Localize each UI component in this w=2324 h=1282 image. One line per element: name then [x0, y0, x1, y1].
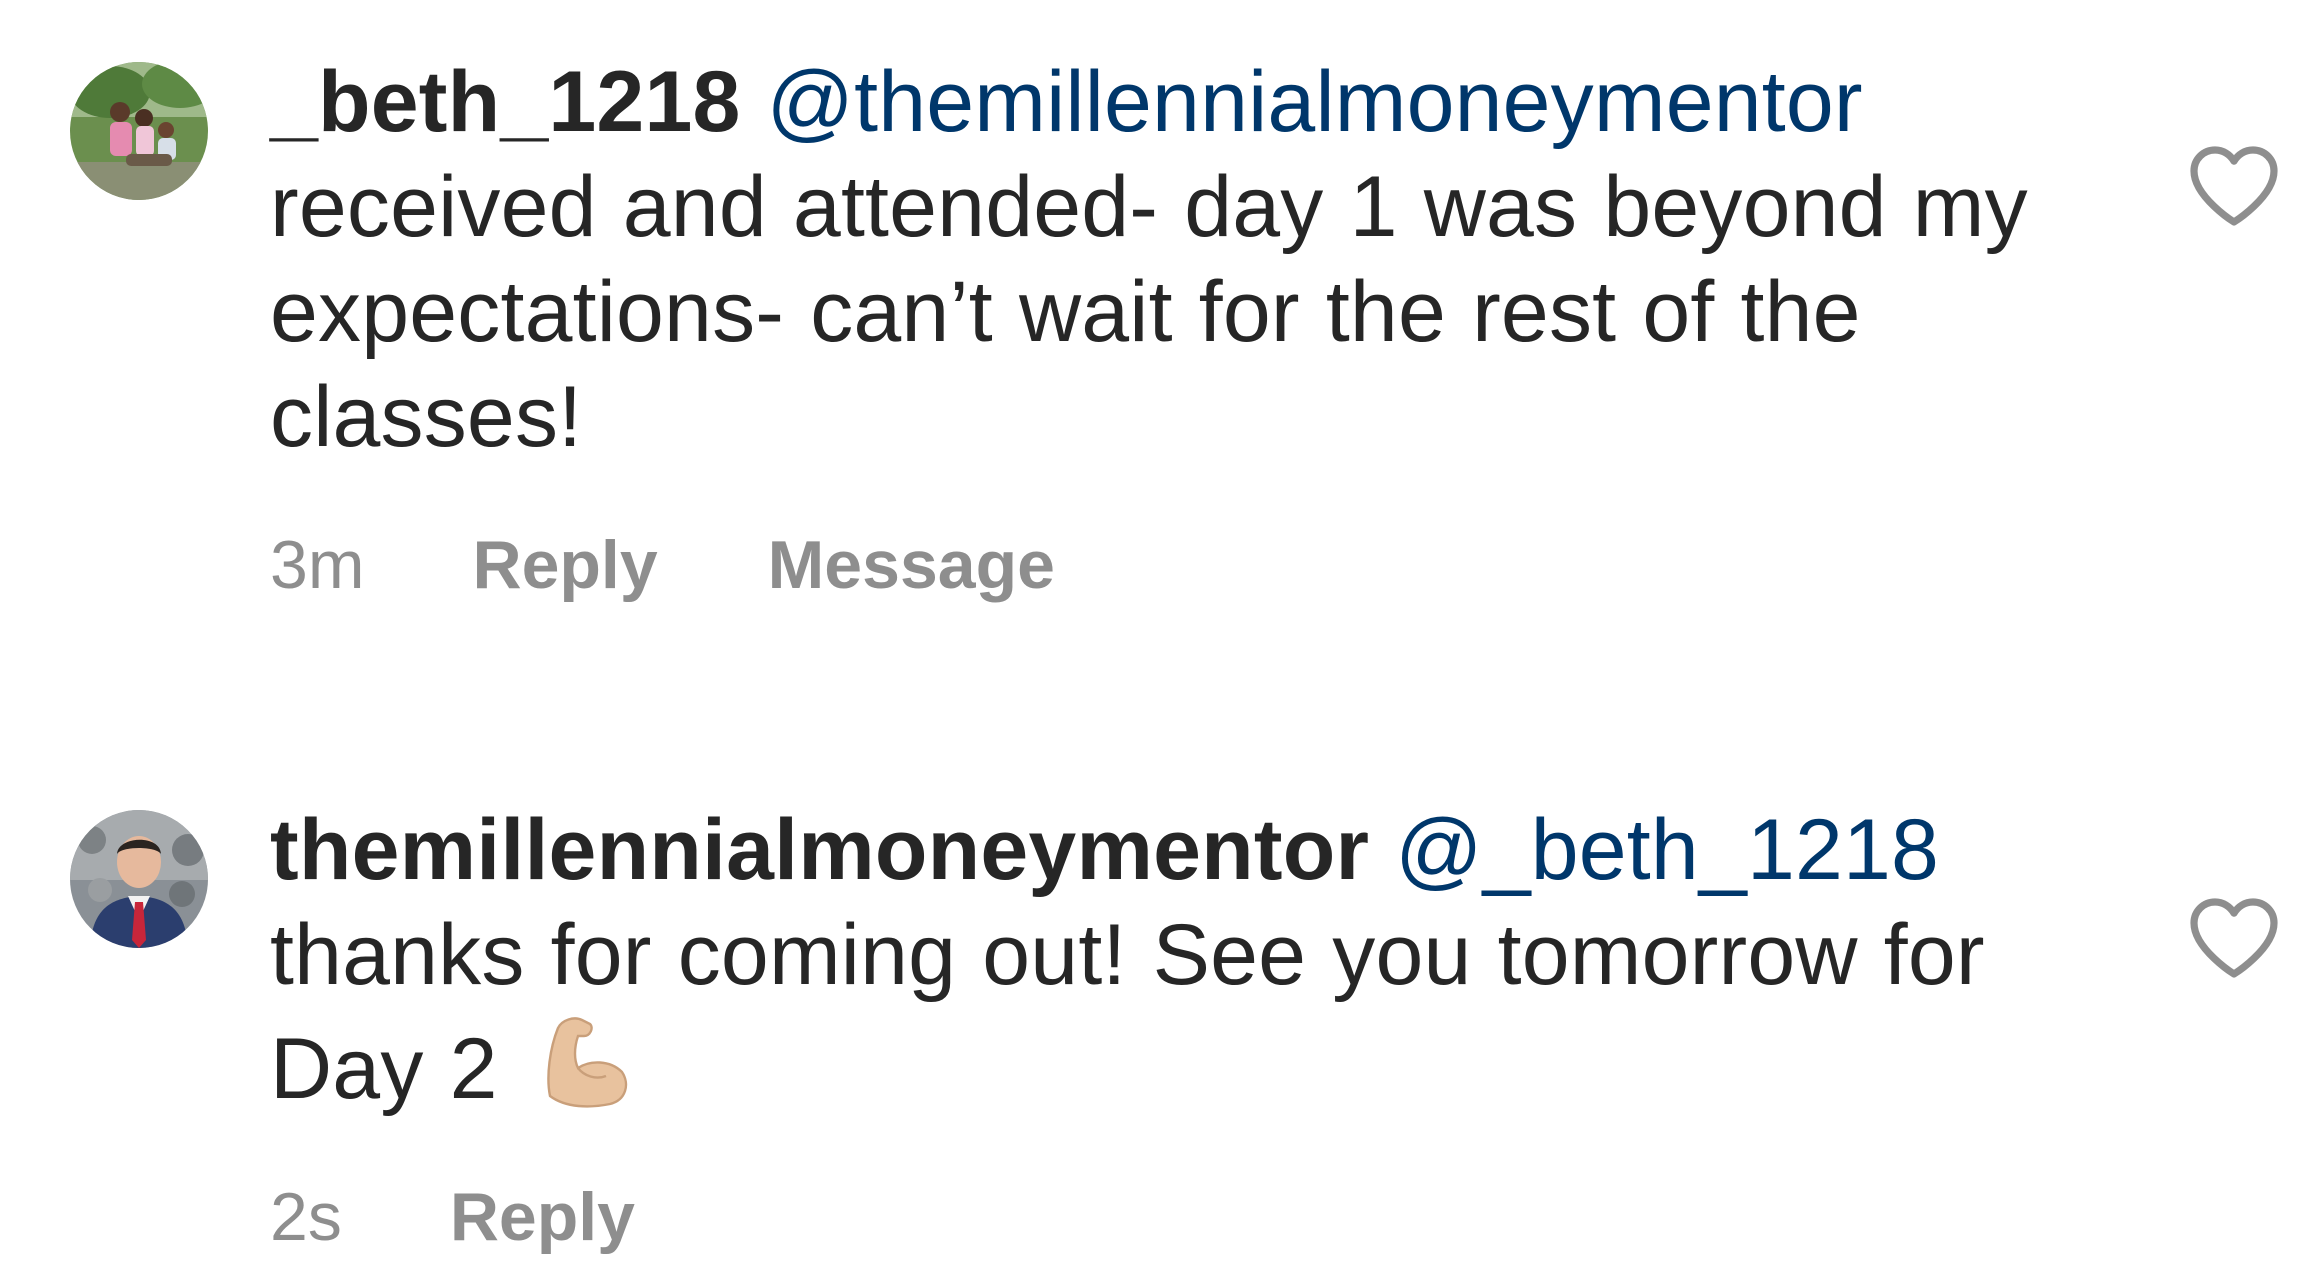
commenter-avatar[interactable]	[70, 810, 208, 948]
comment-text: thanks for coming out! See you tomorrow …	[270, 907, 1985, 1117]
family-photo-avatar	[70, 62, 208, 200]
comment-content: themillennialmoneymentor @_beth_1218 than…	[270, 798, 2050, 1122]
reply-button[interactable]: Reply	[450, 1177, 635, 1257]
comment-mention[interactable]: @_beth_1218	[1395, 802, 1939, 898]
heart-outline-icon	[2190, 898, 2278, 978]
comment-text: received and attended- day 1 was beyond …	[270, 159, 2028, 465]
man-in-suit-avatar	[70, 810, 208, 948]
comment-body: _beth_1218 @themillennialmoneymentor rece…	[270, 50, 2050, 605]
like-button[interactable]	[2186, 894, 2282, 982]
heart-outline-icon	[2190, 146, 2278, 226]
commenter-avatar[interactable]	[70, 62, 208, 200]
message-button[interactable]: Message	[768, 525, 1055, 605]
comment-username[interactable]: themillennialmoneymentor	[270, 802, 1369, 898]
comment-meta: 3m Reply Message	[270, 525, 2050, 605]
like-button[interactable]	[2186, 142, 2282, 230]
comment-username[interactable]: _beth_1218	[270, 54, 741, 150]
comment-timestamp: 2s	[270, 1179, 342, 1255]
comment-content: _beth_1218 @themillennialmoneymentor rece…	[270, 50, 2050, 470]
comment-mention[interactable]: @themillennialmoneymentor	[767, 54, 1863, 150]
flexed-biceps-icon	[530, 1008, 638, 1116]
reply-button[interactable]: Reply	[472, 525, 657, 605]
comment-timestamp: 3m	[270, 527, 365, 603]
comment-body: themillennialmoneymentor @_beth_1218 than…	[270, 798, 2050, 1257]
comment-meta: 2s Reply	[270, 1177, 2050, 1257]
